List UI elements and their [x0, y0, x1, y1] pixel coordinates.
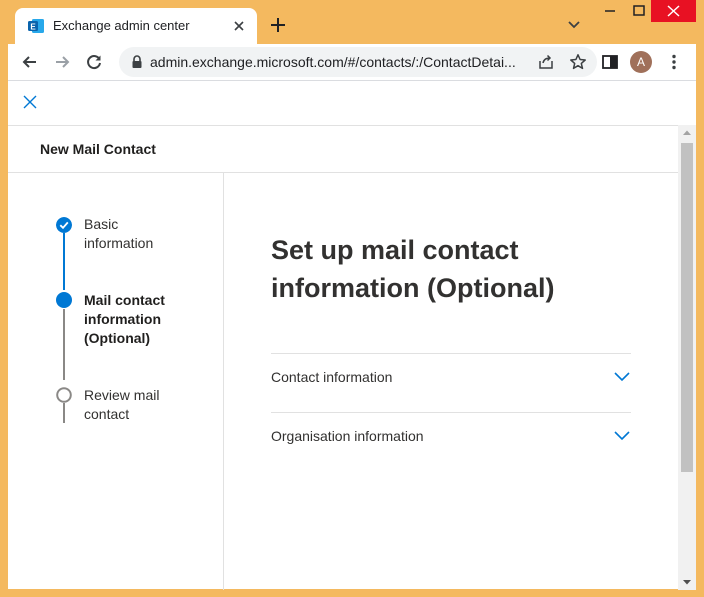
step-connector	[63, 309, 65, 380]
step-label-mail-contact-information[interactable]: Mail contact information (Optional)	[84, 291, 194, 348]
browser-tab[interactable]: E Exchange admin center	[15, 8, 257, 44]
new-tab-icon[interactable]	[266, 13, 290, 37]
heading-line: information (Optional)	[271, 273, 555, 303]
bookmark-star-icon[interactable]	[569, 53, 587, 71]
vertical-scrollbar[interactable]	[678, 125, 696, 590]
step-connector	[63, 233, 65, 290]
minimize-icon[interactable]	[594, 0, 626, 22]
step-label-line: information	[84, 235, 154, 251]
accordion-label: Organisation information	[271, 428, 424, 444]
browser-toolbar: admin.exchange.microsoft.com/#/contacts/…	[8, 44, 696, 80]
step-label-line: Basic	[84, 216, 119, 232]
divider	[8, 172, 678, 173]
chevron-down-icon[interactable]	[613, 428, 631, 442]
window-close-icon[interactable]	[651, 0, 696, 22]
tab-title: Exchange admin center	[53, 18, 190, 33]
exchange-logo-icon: E	[28, 19, 44, 33]
accordion-label: Contact information	[271, 369, 393, 385]
panel-title: New Mail Contact	[40, 141, 156, 157]
page-viewport: New Mail Contact Basic information Mail …	[8, 80, 696, 590]
back-arrow-icon[interactable]	[18, 50, 42, 74]
step-label-basic-information[interactable]: Basic information	[84, 215, 194, 253]
step-label-review-mail-contact[interactable]: Review mail contact	[84, 386, 194, 424]
step-label-line: Mail contact	[84, 292, 165, 308]
scroll-up-arrow-icon[interactable]	[678, 125, 696, 141]
tab-close-icon[interactable]	[229, 16, 249, 36]
side-panel-icon[interactable]	[598, 50, 622, 74]
favicon-letter: E	[30, 22, 36, 31]
tab-search-chevron-icon[interactable]	[564, 14, 584, 34]
step-label-line: (Optional)	[84, 330, 151, 346]
close-panel-icon[interactable]	[22, 94, 38, 110]
url-text[interactable]: admin.exchange.microsoft.com/#/contacts/…	[150, 54, 530, 70]
step-completed-check-icon	[56, 217, 72, 233]
scroll-down-arrow-icon[interactable]	[678, 574, 696, 590]
step-current-dot-icon	[56, 292, 72, 308]
page-heading: Set up mail contact information (Optiona…	[271, 231, 651, 307]
reload-icon[interactable]	[82, 50, 106, 74]
divider	[271, 412, 631, 413]
forward-arrow-icon[interactable]	[50, 50, 74, 74]
lock-icon[interactable]	[131, 55, 143, 69]
share-icon[interactable]	[537, 53, 555, 71]
vertical-divider	[223, 173, 224, 590]
divider	[271, 353, 631, 354]
address-bar[interactable]: admin.exchange.microsoft.com/#/contacts/…	[119, 47, 597, 77]
scrollbar-thumb[interactable]	[681, 143, 693, 472]
browser-window: E Exchange admin center admin.exchange.m…	[0, 0, 704, 597]
step-pending-circle-icon	[56, 387, 72, 403]
step-label-line: information	[84, 311, 161, 327]
kebab-menu-icon[interactable]	[662, 50, 686, 74]
profile-avatar[interactable]: A	[630, 51, 652, 73]
accordion-organisation-information[interactable]: Organisation information	[271, 416, 631, 456]
divider	[8, 125, 678, 126]
chevron-down-icon[interactable]	[613, 369, 631, 383]
step-label-line: contact	[84, 406, 130, 422]
heading-line: Set up mail contact	[271, 235, 519, 265]
step-connector	[63, 403, 65, 423]
accordion-contact-information[interactable]: Contact information	[271, 357, 631, 397]
step-label-line: Review mail	[84, 387, 160, 403]
